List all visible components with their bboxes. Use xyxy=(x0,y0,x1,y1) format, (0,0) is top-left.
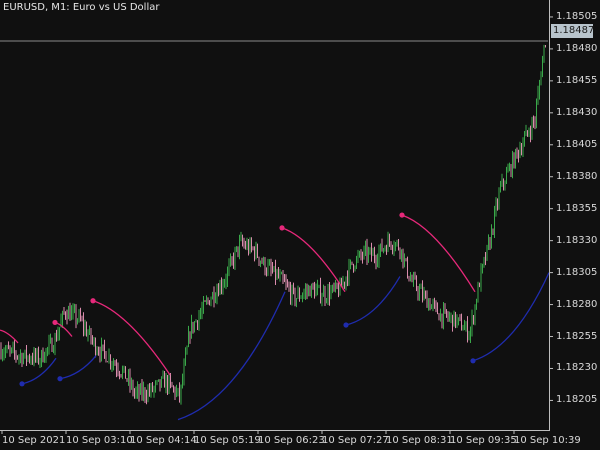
lower-projection-arc xyxy=(472,272,550,362)
time-tick-label: 10 Sep 08:31 xyxy=(386,435,453,446)
price-tick-label: 1.18280 xyxy=(556,298,598,310)
lower-projection-arc xyxy=(177,291,286,421)
price-tick-label: 1.18505 xyxy=(556,10,598,22)
upper-marker-dot xyxy=(279,225,285,231)
price-tick-label: 1.18330 xyxy=(556,234,598,246)
lower-marker-dot xyxy=(57,376,63,382)
time-tick-label: 10 Sep 06:23 xyxy=(258,435,325,446)
price-tick-label: 1.18455 xyxy=(556,74,598,86)
chart-title: EURUSD, M1: Euro vs US Dollar xyxy=(3,2,160,13)
lower-projection-arc xyxy=(59,355,97,380)
lower-marker-dot xyxy=(343,322,349,328)
time-tick-label: 10 Sep 10:39 xyxy=(514,435,581,446)
upper-projection-arc xyxy=(0,329,19,344)
upper-marker-dot xyxy=(399,212,405,218)
price-tick-label: 1.18230 xyxy=(556,362,598,374)
time-tick-label: 10 Sep 09:35 xyxy=(450,435,517,446)
upper-marker-dot xyxy=(90,298,96,304)
chart-window[interactable]: EURUSD, M1: Euro vs US Dollar 1.18505 1.1… xyxy=(0,0,600,450)
price-tick-label: 1.18205 xyxy=(556,394,598,406)
price-tick-label: 1.18480 xyxy=(556,42,598,54)
price-tick-label: 1.18430 xyxy=(556,106,598,118)
price-chart-canvas[interactable] xyxy=(0,0,600,450)
price-tick-label: 1.18305 xyxy=(556,266,598,278)
upper-projection-arc xyxy=(92,300,171,376)
price-tick-label: 1.18405 xyxy=(556,138,598,150)
upper-marker-dot xyxy=(52,319,58,326)
time-axis-line xyxy=(0,430,550,431)
current-price-label: 1.18487 xyxy=(551,24,595,38)
time-tick-label: 10 Sep 04:14 xyxy=(130,435,197,446)
price-tick-label: 1.18355 xyxy=(556,202,598,214)
time-tick-label: 10 Sep 03:10 xyxy=(66,435,133,446)
time-tick-label: 10 Sep 07:27 xyxy=(322,435,389,446)
price-axis-line xyxy=(549,0,550,430)
lower-marker-dot xyxy=(19,381,25,387)
time-tick-label: 10 Sep 05:19 xyxy=(194,435,261,446)
lower-projection-arc xyxy=(345,276,401,326)
upper-projection-arc xyxy=(401,214,476,293)
price-tick-label: 1.18380 xyxy=(556,170,598,182)
price-tick-label: 1.18255 xyxy=(556,330,598,342)
lower-marker-dot xyxy=(470,358,476,364)
time-tick-label: 10 Sep 2021 xyxy=(2,435,66,446)
